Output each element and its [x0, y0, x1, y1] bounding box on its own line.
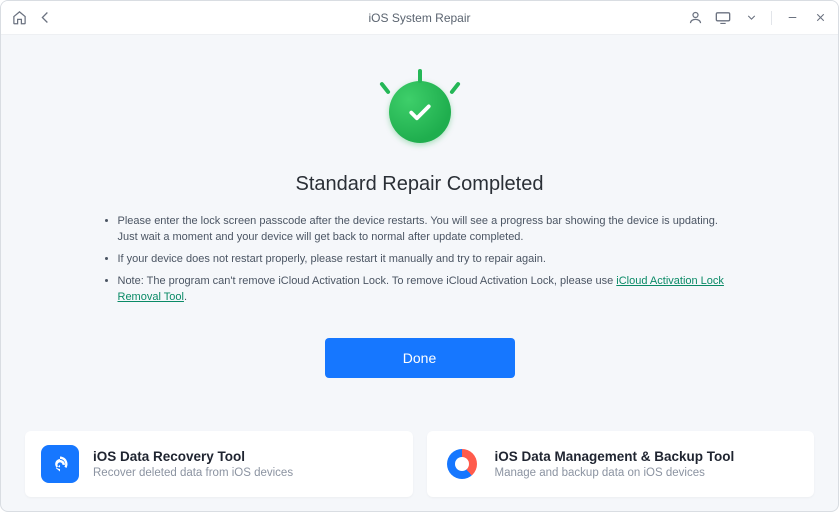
app-window: iOS System Repair	[0, 0, 839, 512]
note-item: If your device does not restart properly…	[118, 252, 740, 268]
note-item: Note: The program can't remove iCloud Ac…	[118, 274, 740, 306]
main-content: Standard Repair Completed Please enter t…	[1, 35, 838, 511]
user-icon[interactable]	[687, 10, 703, 26]
checkmark-icon	[389, 81, 451, 143]
card-title: iOS Data Recovery Tool	[93, 449, 293, 464]
done-button[interactable]: Done	[325, 338, 515, 378]
note-item: Please enter the lock screen passcode af…	[118, 214, 740, 246]
back-arrow-icon[interactable]	[37, 10, 53, 26]
feedback-icon[interactable]	[715, 10, 731, 26]
home-icon[interactable]	[11, 10, 27, 26]
donut-chart-icon	[443, 445, 481, 483]
card-subtitle: Manage and backup data on iOS devices	[495, 467, 735, 479]
chevron-down-icon[interactable]	[743, 10, 759, 26]
card-title: iOS Data Management & Backup Tool	[495, 449, 735, 464]
titlebar-left	[11, 10, 53, 26]
card-subtitle: Recover deleted data from iOS devices	[93, 467, 293, 479]
ray-icon	[379, 81, 391, 94]
note-text: .	[184, 291, 187, 303]
page-title: Standard Repair Completed	[296, 173, 544, 196]
ray-icon	[418, 69, 422, 83]
card-text: iOS Data Management & Backup Tool Manage…	[495, 449, 735, 479]
titlebar: iOS System Repair	[1, 1, 838, 35]
titlebar-separator	[771, 11, 772, 25]
ray-icon	[449, 81, 461, 94]
card-text: iOS Data Recovery Tool Recover deleted d…	[93, 449, 293, 479]
recovery-icon	[41, 445, 79, 483]
minimize-icon[interactable]	[784, 10, 800, 26]
note-text: Note: The program can't remove iCloud Ac…	[118, 275, 617, 287]
card-data-recovery[interactable]: iOS Data Recovery Tool Recover deleted d…	[25, 431, 413, 497]
success-graphic	[377, 69, 463, 155]
promo-cards: iOS Data Recovery Tool Recover deleted d…	[25, 413, 814, 497]
card-data-backup[interactable]: iOS Data Management & Backup Tool Manage…	[427, 431, 815, 497]
close-icon[interactable]	[812, 10, 828, 26]
notes-list: Please enter the lock screen passcode af…	[100, 214, 740, 312]
titlebar-right	[687, 10, 828, 26]
